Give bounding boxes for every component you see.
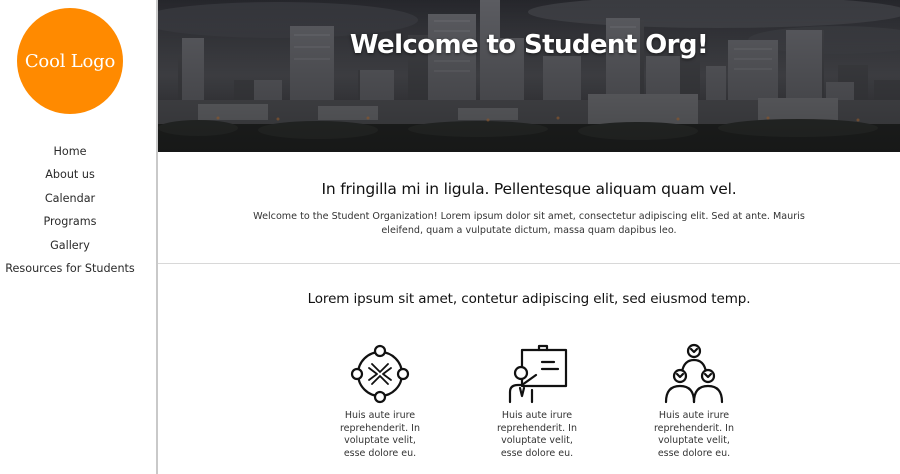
feature-card: Huis aute irure reprehenderit. In volupt… — [634, 342, 754, 460]
nav-item-gallery[interactable]: Gallery — [0, 236, 140, 259]
feature-card: Huis aute irure reprehenderit. In volupt… — [320, 342, 440, 460]
intro-heading: In fringilla mi in ligula. Pellentesque … — [321, 180, 737, 198]
intro-body: Welcome to the Student Organization! Lor… — [253, 211, 805, 236]
feature-card: Huis aute irure reprehenderit. In volupt… — [477, 342, 597, 460]
feature-text: Huis aute irure reprehenderit. In volupt… — [339, 410, 420, 459]
features-heading: Lorem ipsum sit amet, contetur adipiscin… — [307, 291, 751, 307]
sidebar: Cool Logo Home About us Calendar Program… — [0, 0, 158, 474]
city-skyline-image — [158, 0, 900, 152]
logo[interactable]: Cool Logo — [17, 8, 123, 114]
nav-item-calendar[interactable]: Calendar — [0, 189, 140, 212]
nav-item-resources-for-students[interactable]: Resources for Students — [0, 259, 140, 282]
hero-title: Welcome to Student Org! — [349, 30, 709, 60]
feature-text: Huis aute irure reprehenderit. In volupt… — [653, 410, 734, 459]
logo-text: Cool Logo — [24, 50, 116, 72]
feature-text: Huis aute irure reprehenderit. In volupt… — [496, 410, 577, 459]
nav-item-home[interactable]: Home — [0, 142, 140, 165]
sidebar-nav: Home About us Calendar Programs Gallery … — [0, 142, 140, 282]
team-circle-icon — [350, 344, 410, 404]
hero-banner: Welcome to Student Org! — [158, 0, 900, 152]
features-section: Lorem ipsum sit amet, contetur adipiscin… — [158, 264, 900, 474]
intro-section: In fringilla mi in ligula. Pellentesque … — [158, 152, 900, 264]
presentation-icon — [508, 344, 568, 404]
team-hierarchy-icon — [664, 343, 724, 404]
nav-item-about-us[interactable]: About us — [0, 165, 140, 188]
nav-item-programs[interactable]: Programs — [0, 212, 140, 235]
